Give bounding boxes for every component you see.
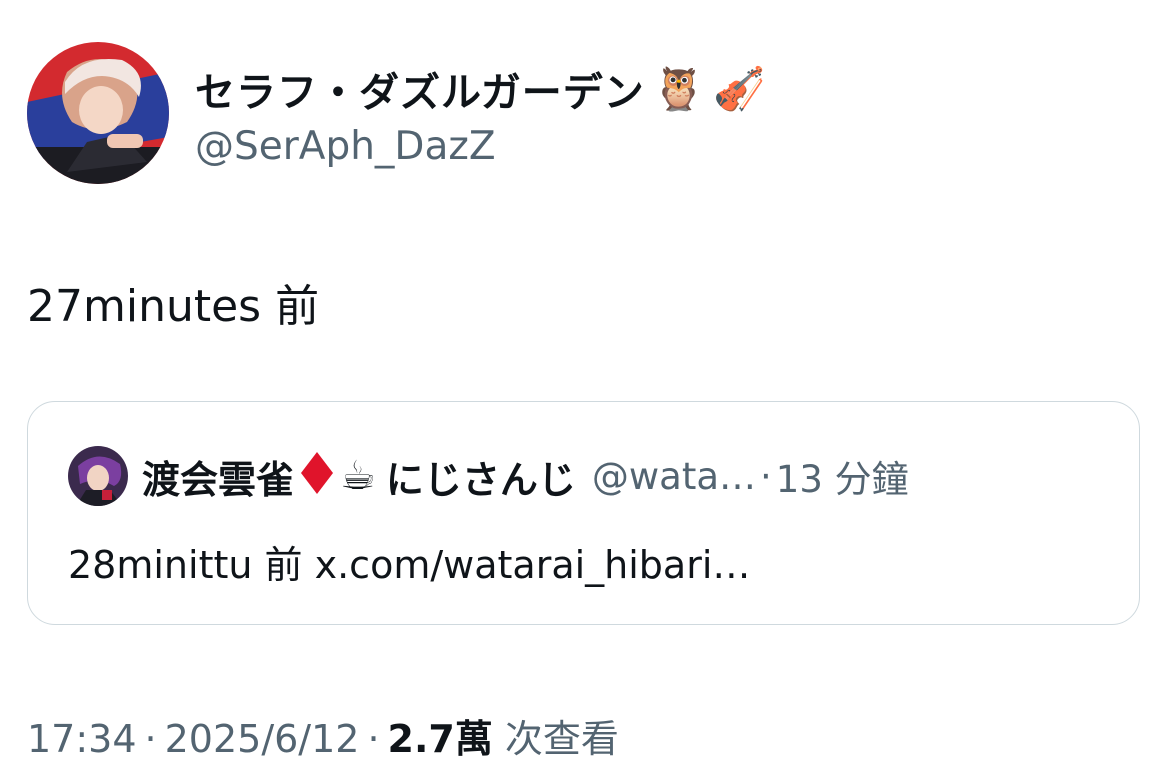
tweet-meta: 17:34 · 2025/6/12 · 2.7萬 次查看 — [27, 708, 619, 763]
quote-display-name-suffix[interactable]: にじさんじ — [386, 449, 576, 504]
quote-text: 28minittu 前 x.com/watarai_hibari… — [68, 543, 751, 587]
tweet-text: 27minutes 前 — [27, 281, 320, 332]
quote-display-name[interactable]: 渡会雲雀 — [142, 449, 294, 504]
red-diamond-icon — [300, 451, 334, 502]
quote-header: 渡会雲雀 ☕ にじさんじ @wata… · 13 分鐘 — [68, 446, 909, 506]
views-count[interactable]: 2.7萬 — [388, 708, 493, 763]
quote-author-avatar[interactable] — [68, 446, 128, 506]
quote-time[interactable]: 13 分鐘 — [776, 449, 909, 503]
author-avatar[interactable] — [27, 42, 169, 184]
author-display-name[interactable]: セラフ・ダズルガーデン — [195, 60, 645, 118]
quote-handle[interactable]: @wata… — [592, 455, 756, 498]
tweet-author: セラフ・ダズルガーデン 🦉 🎻 @SerAph_DazZ — [27, 42, 765, 184]
tweet-date[interactable]: 2025/6/12 — [165, 717, 360, 761]
meta-separator: · — [144, 717, 157, 761]
author-handle[interactable]: @SerAph_DazZ — [195, 124, 765, 169]
quote-tweet-card[interactable]: 渡会雲雀 ☕ にじさんじ @wata… · 13 分鐘 28minittu 前 … — [27, 401, 1140, 625]
violin-icon: 🎻 — [713, 63, 766, 113]
tweet-time[interactable]: 17:34 — [27, 717, 137, 761]
quote-separator: · — [760, 454, 772, 498]
views-label: 次查看 — [504, 717, 619, 761]
coffee-cup-icon: ☕ — [340, 453, 376, 499]
owl-icon: 🦉 — [652, 63, 706, 113]
meta-separator: · — [367, 717, 380, 761]
